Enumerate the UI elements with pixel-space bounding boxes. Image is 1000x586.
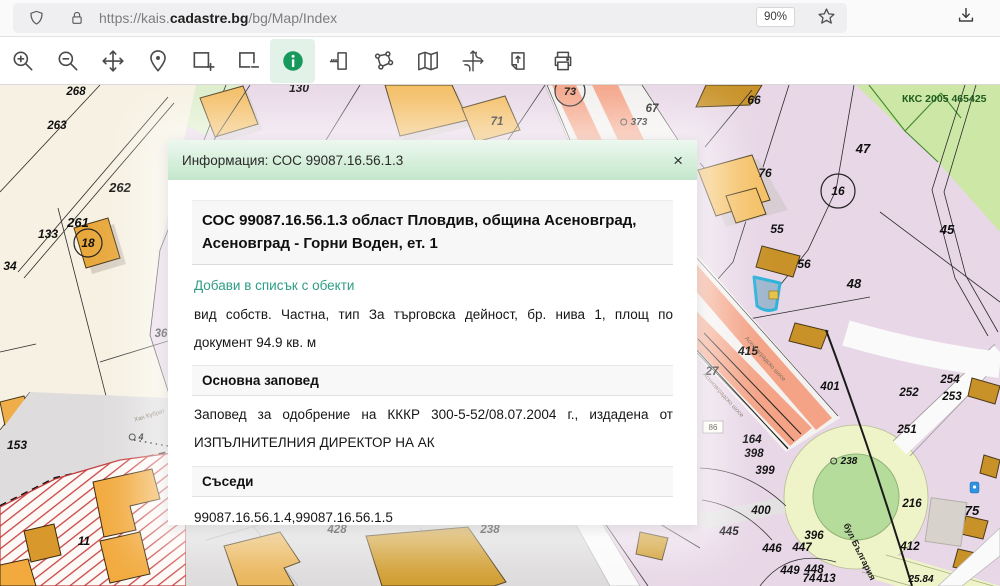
locate-button[interactable] — [135, 39, 180, 83]
svg-text:399: 399 — [755, 465, 775, 477]
svg-text:11: 11 — [78, 534, 91, 548]
svg-text:34: 34 — [3, 259, 17, 273]
zoom-out-button[interactable] — [45, 39, 90, 83]
svg-text:412: 412 — [899, 541, 920, 553]
svg-text:130: 130 — [289, 85, 309, 95]
svg-text:73: 73 — [564, 86, 576, 98]
svg-text:252: 252 — [898, 387, 919, 399]
svg-text:398: 398 — [744, 448, 764, 460]
download-icon[interactable] — [955, 5, 977, 27]
svg-text:446: 446 — [761, 543, 782, 555]
svg-text:400: 400 — [750, 505, 771, 517]
popup-title: Информация: СОС 99087.16.56.1.3 — [182, 153, 403, 168]
screen: ККС 2005 465425 268 263 262 261 133 34 18 36 153… — [0, 0, 1000, 586]
svg-text:216: 216 — [901, 498, 922, 510]
pan-button[interactable] — [90, 39, 135, 83]
svg-text:4: 4 — [137, 432, 143, 442]
export-button[interactable] — [495, 39, 540, 83]
svg-text:373: 373 — [631, 117, 648, 128]
svg-text:76: 76 — [758, 166, 772, 180]
neighbors-list: 99087.16.56.1.4,99087.16.56.1.5 — [194, 510, 673, 525]
map-toolbar — [0, 37, 1000, 85]
svg-text:67: 67 — [646, 103, 659, 115]
svg-text:153: 153 — [7, 438, 27, 452]
svg-text:254: 254 — [939, 374, 960, 386]
popup-body: СОС 99087.16.56.1.3 област Пловдив, общи… — [168, 180, 697, 525]
svg-text:238: 238 — [479, 524, 500, 536]
coordinates-button[interactable] — [450, 39, 495, 83]
zoom-rect-out-button[interactable] — [225, 39, 270, 83]
measure-area-button[interactable] — [360, 39, 405, 83]
svg-text:261: 261 — [66, 215, 89, 230]
svg-text:396: 396 — [804, 530, 824, 542]
close-icon[interactable]: × — [673, 152, 683, 169]
svg-text:48: 48 — [846, 276, 862, 291]
print-button[interactable] — [540, 39, 585, 83]
svg-text:71: 71 — [491, 116, 504, 128]
svg-text:18: 18 — [81, 236, 95, 250]
neighbors-section-header: Съседи — [192, 466, 673, 497]
object-heading: СОС 99087.16.56.1.3 област Пловдив, общи… — [192, 200, 673, 265]
svg-text:164: 164 — [742, 434, 762, 446]
svg-text:66: 66 — [747, 93, 761, 107]
svg-text:16: 16 — [831, 184, 845, 198]
map-watermark: ККС 2005 465425 — [902, 93, 987, 105]
svg-text:445: 445 — [718, 526, 739, 538]
svg-text:262: 262 — [108, 180, 131, 195]
browser-bar: https://kais.cadastre.bg/bg/Map/Index 90… — [0, 0, 1000, 37]
object-details: вид собств. Частна, тип За търговска дей… — [194, 301, 673, 356]
svg-text:133: 133 — [38, 227, 58, 241]
map-marker-dot — [973, 485, 976, 488]
svg-text:55: 55 — [770, 222, 784, 236]
svg-text:413: 413 — [815, 573, 836, 585]
svg-text:75: 75 — [965, 503, 980, 518]
svg-text:25.84: 25.84 — [907, 574, 933, 585]
star-icon[interactable] — [816, 6, 837, 27]
building-gray — [925, 498, 967, 547]
svg-text:447: 447 — [791, 542, 812, 554]
svg-text:401: 401 — [819, 381, 839, 393]
lock-icon[interactable] — [68, 9, 86, 27]
svg-text:268: 268 — [65, 86, 86, 98]
order-section-header: Основна заповед — [192, 365, 673, 396]
measure-distance-button[interactable] — [315, 39, 360, 83]
info-button[interactable] — [270, 39, 315, 83]
popup-header: Информация: СОС 99087.16.56.1.3 × — [168, 140, 697, 180]
shield-icon[interactable] — [27, 9, 46, 28]
map-sheets-button[interactable] — [405, 39, 450, 83]
svg-text:47: 47 — [855, 141, 871, 156]
url-text[interactable]: https://kais.cadastre.bg/bg/Map/Index — [99, 10, 337, 26]
selected-building-part — [769, 291, 778, 299]
svg-text:56: 56 — [797, 257, 811, 271]
svg-text:253: 253 — [941, 391, 962, 403]
svg-text:36: 36 — [155, 328, 168, 340]
svg-text:74: 74 — [803, 573, 816, 585]
page-zoom-badge[interactable]: 90% — [756, 7, 795, 27]
zoom-in-button[interactable] — [0, 39, 45, 83]
svg-text:86: 86 — [709, 423, 718, 432]
zoom-rect-in-button[interactable] — [180, 39, 225, 83]
svg-text:251: 251 — [896, 424, 916, 436]
svg-text:428: 428 — [326, 524, 347, 536]
svg-text:449: 449 — [779, 565, 800, 577]
url-bar[interactable]: https://kais.cadastre.bg/bg/Map/Index 90… — [13, 3, 847, 33]
svg-text:238: 238 — [840, 456, 858, 467]
order-text: Заповед за одобрение на КККР 300-5-52/08… — [194, 401, 673, 456]
info-popup: Информация: СОС 99087.16.56.1.3 × СОС 99… — [168, 140, 697, 525]
svg-text:263: 263 — [46, 120, 67, 132]
add-to-list-link[interactable]: Добави в списък с обекти — [194, 278, 354, 293]
svg-text:45: 45 — [939, 222, 955, 237]
